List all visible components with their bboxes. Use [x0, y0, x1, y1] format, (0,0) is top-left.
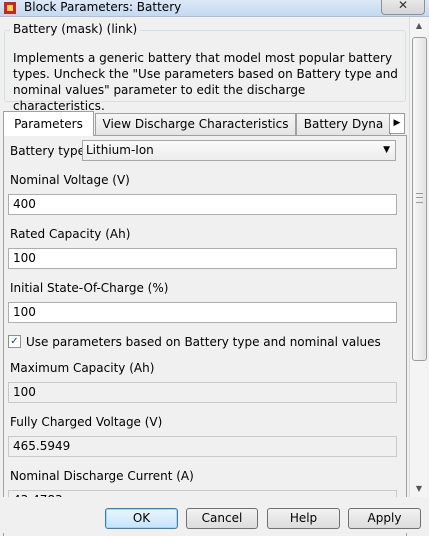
use-params-label[interactable]: Use parameters based on Battery type and…	[26, 335, 381, 349]
help-button[interactable]: Help	[267, 508, 340, 529]
tab-parameters[interactable]: Parameters	[3, 111, 94, 136]
rated-capacity-label: Rated Capacity (Ah)	[10, 227, 131, 241]
scroll-down-icon[interactable]: ▼	[410, 480, 428, 497]
ok-button[interactable]: OK	[105, 508, 178, 529]
chevron-down-icon: ▼	[383, 145, 390, 155]
block-description: Implements a generic battery that model …	[13, 51, 398, 113]
close-button[interactable]: ✕	[381, 0, 425, 15]
nominal-voltage-input[interactable]: 400	[8, 194, 397, 215]
rated-capacity-input[interactable]: 100	[8, 248, 397, 269]
group-title: Battery (mask) (link)	[10, 22, 141, 36]
apply-button[interactable]: Apply	[348, 508, 421, 529]
grip-icon	[416, 193, 423, 203]
battery-type-value: Lithium-Ion	[86, 143, 154, 157]
title-bar: Block Parameters: Battery ✕	[0, 0, 429, 17]
tab-battery-dynamics[interactable]: Battery Dyna	[296, 113, 391, 135]
max-capacity-label: Maximum Capacity (Ah)	[10, 361, 155, 375]
initial-soc-input[interactable]: 100	[8, 302, 397, 323]
max-capacity-input: 100	[8, 382, 397, 403]
scroll-up-icon[interactable]: ▲	[410, 17, 428, 34]
battery-type-select[interactable]: Lithium-Ion ▼	[82, 140, 396, 161]
fully-charged-label: Fully Charged Voltage (V)	[10, 415, 163, 429]
cancel-button[interactable]: Cancel	[186, 508, 258, 529]
use-params-checkbox[interactable]: ✓	[8, 335, 21, 348]
tab-strip: Parameters View Discharge Characteristic…	[3, 111, 407, 136]
window-title: Block Parameters: Battery	[24, 0, 182, 14]
initial-soc-label: Initial State-Of-Charge (%)	[10, 281, 169, 295]
nominal-voltage-label: Nominal Voltage (V)	[10, 173, 130, 187]
scroll-thumb[interactable]	[412, 37, 427, 361]
tab-scroll-right-icon[interactable]: ▶	[389, 113, 405, 134]
tab-view-discharge[interactable]: View Discharge Characteristics	[95, 113, 296, 135]
battery-type-label: Battery type	[10, 144, 86, 158]
vertical-scrollbar[interactable]: ▲ ▼	[409, 17, 428, 497]
simulink-block-icon	[4, 2, 16, 14]
nominal-discharge-label: Nominal Discharge Current (A)	[10, 469, 194, 483]
fully-charged-input: 465.5949	[8, 436, 397, 457]
